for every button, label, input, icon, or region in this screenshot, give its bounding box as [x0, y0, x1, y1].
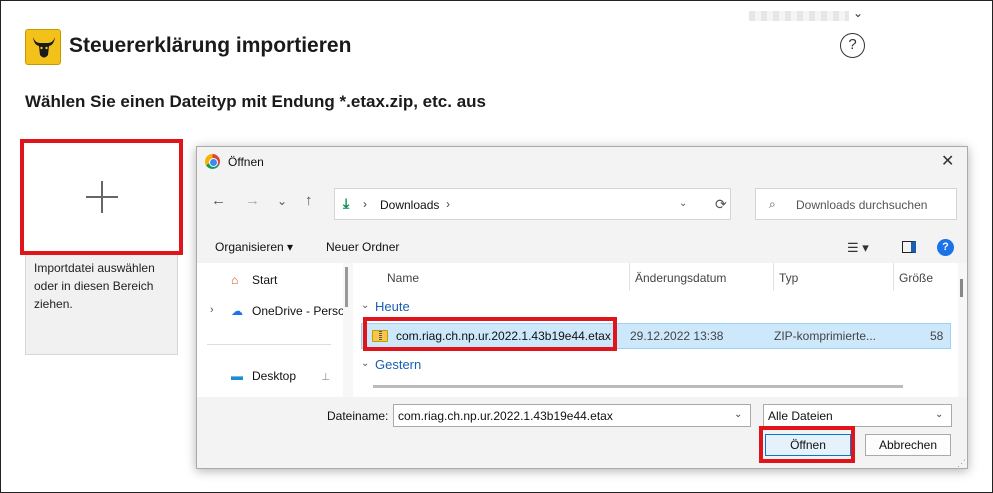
- chevron-down-icon[interactable]: ⌄: [679, 198, 687, 209]
- dialog-titlebar: Öffnen ✕: [197, 147, 967, 177]
- file-size: 58: [930, 329, 944, 343]
- file-date: 29.12.2022 13:38: [630, 329, 724, 343]
- filename-label: Dateiname:: [327, 409, 389, 423]
- address-bar[interactable]: ⤓ › Downloads › ⌄ ⟳: [334, 188, 731, 220]
- highlight-box-open: [759, 426, 855, 463]
- page-title: Steuererklärung importieren: [69, 34, 352, 57]
- file-type-value: Alle Dateien: [768, 409, 833, 423]
- add-file-button[interactable]: [20, 139, 183, 255]
- open-file-dialog: Öffnen ✕ ← → ⌄ ↑ ⤓ › Downloads › ⌄ ⟳ ⌕ D…: [196, 146, 968, 469]
- navigation-pane: ⌂ Start › ☁ OneDrive - Perso ▬ Desktop ⊥: [197, 263, 345, 397]
- breadcrumb-separator[interactable]: ›: [363, 197, 367, 211]
- nav-item-label: Desktop: [252, 369, 297, 383]
- user-name-blurred[interactable]: [749, 11, 849, 21]
- file-list-scrollbar[interactable]: [958, 263, 967, 397]
- up-arrow-icon[interactable]: ↑: [305, 192, 313, 209]
- new-folder-button[interactable]: Neuer Ordner: [326, 240, 399, 254]
- close-icon[interactable]: ✕: [941, 151, 954, 171]
- column-header-type[interactable]: Typ: [779, 271, 798, 285]
- column-header-size[interactable]: Größe: [899, 271, 933, 285]
- group-today[interactable]: Heute: [375, 299, 410, 314]
- view-options-icon[interactable]: ☰ ▾: [847, 240, 869, 256]
- file-type-select[interactable]: Alle Dateien ⌄: [763, 404, 952, 427]
- nav-item-desktop[interactable]: ▬ Desktop ⊥: [231, 369, 330, 383]
- chevron-right-icon[interactable]: ›: [210, 304, 214, 316]
- pin-icon[interactable]: ⊥: [321, 372, 330, 383]
- organize-button[interactable]: Organisieren ▾: [215, 240, 293, 254]
- breadcrumb-separator[interactable]: ›: [446, 197, 450, 211]
- cloud-icon: ☁: [231, 304, 243, 318]
- search-placeholder: Downloads durchsuchen: [796, 198, 928, 212]
- search-input[interactable]: ⌕ Downloads durchsuchen: [755, 188, 957, 220]
- refresh-icon[interactable]: ⟳: [715, 196, 727, 213]
- plus-icon: [86, 181, 118, 213]
- back-arrow-icon[interactable]: ←: [211, 192, 226, 209]
- highlight-box-file: [363, 317, 617, 351]
- group-yesterday[interactable]: Gestern: [375, 357, 421, 372]
- breadcrumb-downloads[interactable]: Downloads: [380, 198, 439, 212]
- divider: [207, 344, 331, 345]
- horizontal-scrollbar[interactable]: [373, 385, 903, 388]
- nav-item-label: OneDrive - Perso: [252, 304, 345, 318]
- column-separator[interactable]: [629, 263, 630, 291]
- nav-item-label: Start: [252, 273, 278, 287]
- desktop-icon: ▬: [231, 369, 243, 383]
- dialog-title: Öffnen: [228, 155, 264, 169]
- column-header-date[interactable]: Änderungsdatum: [635, 271, 726, 285]
- column-header-name[interactable]: Name: [387, 271, 419, 285]
- chevron-down-icon[interactable]: ⌄: [361, 300, 369, 311]
- nav-scrollbar[interactable]: [343, 263, 353, 397]
- resize-grip-icon[interactable]: ⋰: [957, 458, 966, 469]
- filename-value[interactable]: com.riag.ch.np.ur.2022.1.43b19e44.etax: [398, 409, 613, 423]
- file-type: ZIP-komprimierte...: [774, 329, 877, 343]
- filename-field[interactable]: com.riag.ch.np.ur.2022.1.43b19e44.etax ⌄: [393, 404, 751, 427]
- search-icon: ⌕: [769, 197, 776, 211]
- forward-arrow-icon[interactable]: →: [245, 192, 260, 209]
- help-icon[interactable]: ?: [937, 239, 954, 256]
- recent-locations-icon[interactable]: ⌄: [277, 194, 287, 208]
- chevron-down-icon[interactable]: ⌄: [935, 409, 943, 420]
- chevron-down-icon[interactable]: ⌄: [361, 358, 369, 369]
- chevron-down-icon[interactable]: ⌄: [853, 6, 863, 20]
- nav-item-start[interactable]: ⌂ Start: [231, 273, 277, 287]
- chevron-down-icon[interactable]: ⌄: [734, 409, 742, 420]
- home-icon: ⌂: [231, 273, 239, 287]
- help-icon[interactable]: ?: [840, 33, 865, 58]
- page-subtitle: Wählen Sie einen Dateityp mit Endung *.e…: [25, 92, 486, 111]
- download-icon: ⤓: [343, 195, 350, 211]
- nav-item-onedrive[interactable]: ☁ OneDrive - Perso: [231, 304, 345, 318]
- preview-pane-icon[interactable]: [902, 241, 916, 253]
- drop-hint: Importdatei auswählen oder in diesen Ber…: [34, 261, 155, 311]
- column-separator[interactable]: [773, 263, 774, 291]
- chrome-icon: [205, 154, 220, 169]
- bull-logo-icon: [25, 29, 61, 65]
- column-separator[interactable]: [893, 263, 894, 291]
- cancel-button[interactable]: Abbrechen: [865, 434, 951, 456]
